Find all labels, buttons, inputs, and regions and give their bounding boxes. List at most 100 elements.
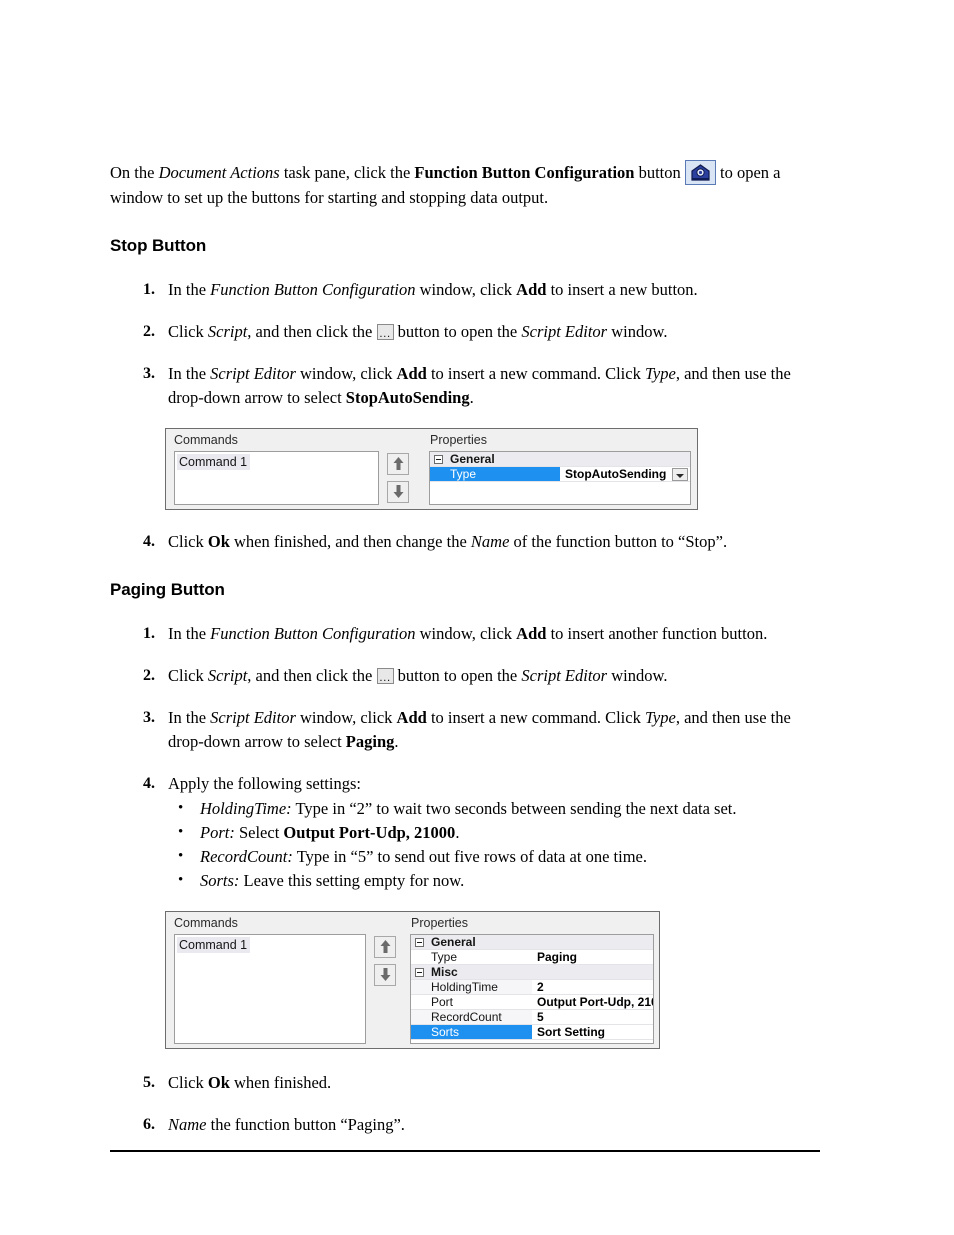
- commands-label: Commands: [174, 433, 238, 447]
- emphasis-italic: RecordCount:: [200, 847, 293, 866]
- text-run: Click: [168, 322, 208, 341]
- step-text: In the Script Editor window, click Add t…: [168, 708, 791, 751]
- function-button-configuration-icon[interactable]: [684, 160, 716, 185]
- step-item: 1. In the Function Button Configuration w…: [110, 278, 822, 302]
- text-run: window.: [607, 322, 668, 341]
- text-run: to insert a new button.: [546, 280, 698, 299]
- properties-grid[interactable]: General Type Paging Misc HoldingTime 2 Port Out…: [410, 934, 654, 1044]
- emphasis-bold: Paging: [345, 732, 395, 751]
- step-number: 3.: [143, 709, 155, 726]
- text-run: Click: [168, 532, 208, 551]
- property-row[interactable]: Sorts Sort Setting: [411, 1025, 653, 1040]
- steps-list-stop-button-tail: 4. Click Ok when finished, and then chang…: [110, 530, 822, 554]
- text-run: button to open the: [393, 322, 522, 341]
- step-item: 6. Name the function button “Paging”.: [110, 1113, 822, 1137]
- property-row[interactable]: General: [411, 935, 653, 950]
- step-number: 2.: [143, 667, 155, 684]
- text-run: of the function button to “Stop”.: [509, 532, 728, 551]
- text-run: In the: [168, 280, 211, 299]
- property-name: RecordCount: [411, 1010, 532, 1024]
- property-row[interactable]: Misc: [411, 965, 653, 980]
- step-number: 3.: [143, 365, 155, 382]
- property-row[interactable]: General: [430, 452, 690, 467]
- emphasis-italic: Function Button Configuration: [210, 280, 416, 299]
- intro-paragraph: On the Document Actions task pane, click…: [110, 160, 822, 210]
- text-run: Click: [168, 1073, 208, 1092]
- document-body: On the Document Actions task pane, click…: [110, 160, 822, 1155]
- list-item[interactable]: Command 1: [177, 937, 251, 953]
- ellipsis-browse-button[interactable]: …: [376, 668, 394, 684]
- emphasis-bold: Ok: [207, 532, 230, 551]
- step-item: 4. Apply the following settings: HoldingTi…: [110, 772, 822, 893]
- text-run: button to open the: [393, 666, 522, 685]
- text-run: window.: [607, 666, 668, 685]
- properties-grid[interactable]: General Type StopAutoSending: [429, 451, 691, 505]
- commands-listbox[interactable]: Command 1: [174, 451, 379, 505]
- ellipsis-browse-button[interactable]: …: [376, 324, 394, 340]
- step-number: 5.: [143, 1074, 155, 1091]
- property-row[interactable]: HoldingTime 2: [411, 980, 653, 995]
- script-editor-screenshot-stop: Commands Properties Command 1 General Typ…: [165, 428, 698, 510]
- property-row[interactable]: RecordCount 5: [411, 1010, 653, 1025]
- move-down-button[interactable]: [374, 964, 396, 986]
- step-number: 6.: [143, 1116, 155, 1133]
- text-run: .: [469, 388, 474, 407]
- section-heading-paging-button: Paging Button: [110, 580, 225, 599]
- step-text: Click Ok when finished.: [168, 1073, 331, 1092]
- document-page: On the Document Actions task pane, click…: [0, 0, 954, 1235]
- property-row[interactable]: Type Paging: [411, 950, 653, 965]
- text-run: to insert a new command. Click: [426, 364, 645, 383]
- property-row[interactable]: Type StopAutoSending: [430, 467, 690, 482]
- chevron-down-icon[interactable]: [672, 468, 688, 481]
- properties-label: Properties: [430, 433, 487, 447]
- text-run: In the: [168, 364, 211, 383]
- bullet-item: Sorts: Leave this setting empty for now.: [168, 868, 822, 893]
- property-value: [532, 965, 653, 979]
- move-up-button[interactable]: [374, 936, 396, 958]
- text-run: In the: [168, 708, 211, 727]
- property-value: [560, 452, 690, 466]
- step-number: 4.: [143, 775, 155, 792]
- move-up-button[interactable]: [387, 453, 409, 475]
- property-value: [532, 935, 653, 949]
- step-item: 2. Click Script, and then click the … but…: [110, 664, 822, 688]
- emphasis-italic: Type: [644, 364, 676, 383]
- property-name: Sorts: [411, 1025, 532, 1039]
- step-text: Click Ok when finished, and then change …: [168, 532, 727, 551]
- text-run: to insert a new command. Click: [426, 708, 645, 727]
- step-text: Click Script, and then click the … butto…: [168, 666, 667, 685]
- step-number: 1.: [143, 281, 155, 298]
- property-name: General: [431, 935, 476, 949]
- steps-list-stop-button: 1. In the Function Button Configuration w…: [110, 278, 822, 410]
- text-run: Select: [234, 823, 284, 842]
- emphasis-bold: Ok: [207, 1073, 230, 1092]
- step-number: 1.: [143, 625, 155, 642]
- property-row[interactable]: Port Output Port-Udp, 21000: [411, 995, 653, 1010]
- step-item: 3. In the Script Editor window, click Add…: [110, 706, 822, 754]
- step-text: Apply the following settings:: [168, 774, 361, 793]
- property-name: Misc: [431, 965, 458, 979]
- emphasis-bold: Add: [396, 364, 427, 383]
- emphasis-italic: Script: [207, 666, 248, 685]
- emphasis-bold: Add: [396, 708, 427, 727]
- emphasis-bold: Output Port-Udp, 21000: [283, 823, 456, 842]
- text-run: the function button “Paging”.: [206, 1115, 405, 1134]
- property-value: 2: [537, 980, 544, 994]
- property-name: HoldingTime: [411, 980, 532, 994]
- move-down-button[interactable]: [387, 481, 409, 503]
- emphasis-italic: Name: [168, 1115, 207, 1134]
- step-text: In the Function Button Configuration win…: [168, 280, 698, 299]
- commands-listbox[interactable]: Command 1: [174, 934, 366, 1044]
- text-run: button: [634, 163, 685, 182]
- text-run: window, click: [415, 280, 517, 299]
- emphasis-bold: StopAutoSending: [345, 388, 470, 407]
- emphasis-bold: Function Button Configuration: [414, 163, 635, 182]
- list-item[interactable]: Command 1: [177, 454, 251, 470]
- step-number: 4.: [143, 533, 155, 550]
- property-name: Type: [430, 467, 560, 481]
- text-run: Type in “2” to wait two seconds between …: [291, 799, 737, 818]
- emphasis-italic: Script Editor: [210, 708, 296, 727]
- emphasis-bold: Add: [516, 280, 547, 299]
- arrow-down-icon: [393, 485, 404, 498]
- step-item: 2. Click Script, and then click the … but…: [110, 320, 822, 344]
